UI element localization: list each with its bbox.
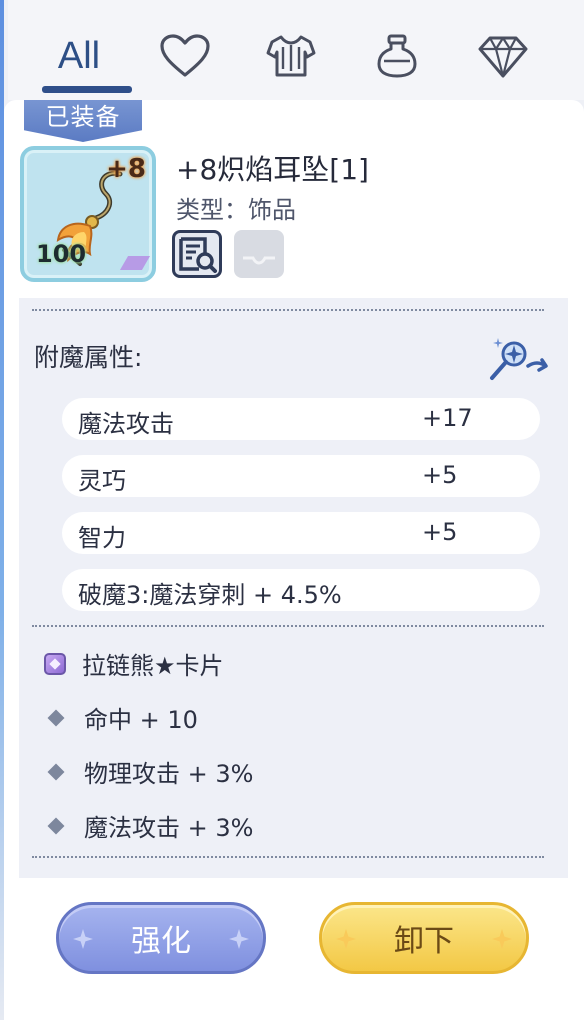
- item-slot-button[interactable]: [234, 230, 284, 278]
- potion-icon: [377, 34, 417, 78]
- enchant-row: 破魔3:魔法穿刺 + 4.5%: [62, 569, 540, 611]
- sparkle-icon: [73, 929, 93, 949]
- card-effect-text: 命中 + 10: [84, 706, 198, 734]
- tray-icon: [243, 256, 275, 265]
- bullet-diamond-icon: [47, 709, 65, 726]
- enchant-row-name: 魔法攻击: [78, 410, 174, 438]
- enchant-row-name: 破魔3:魔法穿刺 + 4.5%: [78, 581, 342, 609]
- sparkle-icon: [492, 929, 512, 949]
- tab-gem[interactable]: [458, 24, 548, 88]
- bullet-diamond-icon: [47, 817, 65, 834]
- enhance-button-label: 强化: [131, 924, 191, 959]
- card-effect-text: 魔法攻击 + 3%: [84, 814, 254, 842]
- divider: [32, 309, 544, 311]
- enchant-row-value: +5: [422, 461, 458, 489]
- divider: [32, 856, 544, 858]
- card-effect: 物理攻击 + 3%: [44, 754, 253, 789]
- card-effect: 命中 + 10: [44, 700, 198, 735]
- card-effect: 魔法攻击 + 3%: [44, 808, 253, 843]
- card-name: 拉链熊★卡片: [82, 652, 224, 680]
- sparkle-icon: [336, 929, 356, 949]
- item-durability: 100: [36, 240, 87, 268]
- enhance-button[interactable]: 强化: [56, 902, 266, 974]
- tab-potion[interactable]: [352, 24, 442, 88]
- sparkle-icon: [229, 929, 249, 949]
- bullet-diamond-icon: [47, 763, 65, 780]
- card-name-line: 拉链熊★卡片: [44, 646, 224, 681]
- card-icon: [44, 652, 66, 675]
- tab-all-label: All: [57, 34, 101, 77]
- gem-icon: [478, 36, 528, 78]
- divider: [32, 625, 544, 627]
- tab-heart[interactable]: [140, 24, 230, 88]
- enchant-row-name: 智力: [78, 524, 126, 552]
- enchant-row: 智力 +5: [62, 512, 540, 554]
- magnify-document-icon: [179, 237, 217, 273]
- tab-all[interactable]: All: [34, 24, 124, 88]
- card-effect-text: 物理攻击 + 3%: [84, 760, 254, 788]
- enchant-row-value: +17: [422, 404, 473, 432]
- item-detail-button[interactable]: [172, 230, 222, 278]
- item-type: 类型：饰品: [176, 196, 296, 224]
- enchant-row: 灵巧 +5: [62, 455, 540, 497]
- enchant-row-name: 灵巧: [78, 467, 126, 495]
- enchant-row: 魔法攻击 +17: [62, 398, 540, 440]
- item-name: +8炽焰耳坠[1]: [176, 153, 369, 186]
- tab-armor[interactable]: [246, 24, 336, 88]
- active-tab-underline: [42, 86, 132, 93]
- armor-icon: [266, 35, 316, 77]
- item-slot[interactable]: +8 100: [20, 146, 156, 282]
- category-tabbar: All: [8, 0, 584, 100]
- enchant-title: 附魔属性:: [34, 343, 143, 372]
- enchant-row-value: +5: [422, 518, 458, 546]
- enchant-wand-icon[interactable]: [488, 330, 550, 384]
- unequip-button-label: 卸下: [394, 924, 454, 959]
- heart-icon: [160, 34, 210, 77]
- unequip-button[interactable]: 卸下: [319, 902, 529, 974]
- refine-level: +8: [106, 154, 146, 184]
